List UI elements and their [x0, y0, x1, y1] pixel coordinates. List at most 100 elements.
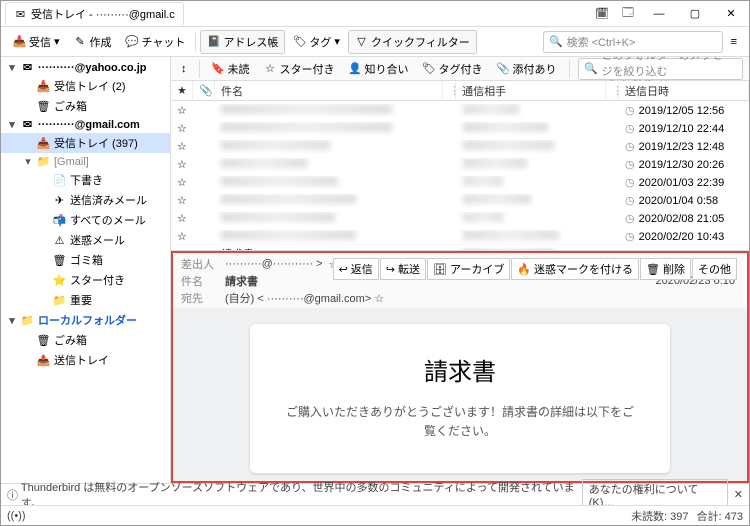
col-correspondent[interactable]: 通信相手 — [456, 81, 606, 100]
folder-tree-item[interactable]: ✈送信済みメール — [1, 190, 170, 210]
folder-tree: ▾✉··········@yahoo.co.jp📥受信トレイ (2)🗑ごみ箱▾✉… — [1, 57, 171, 483]
folder-icon: ⭐ — [53, 274, 66, 287]
filter-attachment[interactable]: 📎添付あり — [493, 59, 561, 79]
message-row[interactable]: ☆◷2020/02/08 21:05 — [171, 209, 749, 227]
folder-tree-item[interactable]: ▾📁ローカルフォルダー — [1, 310, 170, 330]
folder-tree-item[interactable]: 🗑ゴミ箱 — [1, 250, 170, 270]
more-button[interactable]: その他 — [692, 258, 737, 280]
tag-icon: 🏷 — [293, 35, 306, 48]
message-row[interactable]: ☆◷2020/01/03 22:39 — [171, 173, 749, 191]
get-mail-button[interactable]: 📥受信▾ — [7, 31, 66, 53]
message-row[interactable]: ☆◷2019/12/05 12:56 — [171, 101, 749, 119]
message-row[interactable]: ☆ ◷2019/12/10 22:44 — [171, 119, 749, 137]
col-date[interactable]: 送信日時 — [619, 81, 749, 100]
folder-label: ··········@yahoo.co.jp — [38, 62, 146, 74]
folder-icon: 📁 — [37, 155, 50, 168]
compose-button[interactable]: ✎作成 — [68, 31, 118, 53]
folder-tree-item[interactable]: 📤送信トレイ — [1, 350, 170, 370]
filter-tagged[interactable]: 🏷タグ付き — [419, 59, 487, 79]
archive-icon: 🗄 — [433, 263, 447, 276]
star-toggle[interactable]: ☆ — [171, 230, 193, 243]
folder-tree-item[interactable]: 🗑ごみ箱 — [1, 330, 170, 350]
folder-tree-item[interactable]: ⭐スター付き — [1, 270, 170, 290]
star-toggle[interactable]: ☆ — [171, 104, 193, 117]
folder-tree-item[interactable]: 📁重要 — [1, 290, 170, 310]
folder-tree-item[interactable]: ▾✉··········@gmail.com — [1, 116, 170, 133]
message-row[interactable]: ☆ ◷2020/01/04 0:58 — [171, 191, 749, 209]
close-info-button[interactable]: ✕ — [734, 488, 743, 501]
filter-contact[interactable]: 👤知り合い — [345, 59, 413, 79]
row-correspondent — [457, 140, 607, 153]
clock-icon: ◷ — [625, 105, 635, 117]
close-button[interactable]: ✕ — [713, 1, 749, 27]
forward-button[interactable]: ↪転送 — [380, 258, 426, 280]
star-toggle[interactable]: ☆ — [171, 194, 193, 207]
reply-icon: ↩ — [339, 263, 348, 276]
tasks-icon[interactable]: 🗔 — [615, 1, 641, 27]
folder-icon: 📁 — [53, 294, 66, 307]
unread-count: 未読数: 397 — [631, 508, 688, 524]
maximize-button[interactable]: ▢ — [677, 1, 713, 27]
row-correspondent — [457, 104, 607, 117]
folder-icon: ⚠ — [53, 234, 66, 247]
folder-tree-item[interactable]: 📥受信トレイ (397) — [1, 133, 170, 153]
clock-icon: ◷ — [625, 177, 635, 189]
twisty-icon: ▾ — [7, 314, 17, 327]
appmenu-button[interactable]: ≡ — [725, 33, 743, 51]
star-toggle[interactable]: ☆ — [171, 122, 193, 135]
message-body: 請求書 ご購入いただきありがとうございます！請求書の詳細は以下をご覧ください。 — [173, 308, 747, 481]
quickfilter-button[interactable]: ▽クイックフィルター — [348, 30, 477, 54]
archive-button[interactable]: 🗄アーカイブ — [427, 258, 510, 280]
global-search-input[interactable]: 🔍検索 <Ctrl+K> — [543, 31, 723, 53]
filter-toggle-button[interactable]: ↕ — [177, 61, 191, 77]
row-date: ◷2020/01/04 0:58 — [619, 194, 749, 207]
fire-icon: 🔥 — [517, 263, 531, 276]
folder-tree-item[interactable]: 🗑ごみ箱 — [1, 96, 170, 116]
message-row[interactable]: ☆◷2020/02/20 10:43 — [171, 227, 749, 245]
folder-tree-item[interactable]: ⚠迷惑メール — [1, 230, 170, 250]
folder-filter-input[interactable]: 🔍このフォルダーのメッセージを絞り込む <Ctrl+Shift+K> — [578, 58, 744, 80]
tag-button[interactable]: 🏷タグ▾ — [287, 31, 346, 53]
message-row[interactable]: ☆◷2019/12/23 12:48 — [171, 137, 749, 155]
folder-tree-item[interactable]: ▾📁[Gmail] — [1, 153, 170, 170]
reply-button[interactable]: ↩返信 — [333, 258, 379, 280]
row-subject — [215, 212, 445, 225]
star-toggle[interactable]: ☆ — [171, 212, 193, 225]
search-icon: 🔍 — [585, 62, 598, 75]
star-toggle[interactable]: ☆ — [171, 176, 193, 189]
window-tab[interactable]: ✉ 受信トレイ - ·········@gmail.c — [5, 2, 184, 25]
star-toggle[interactable]: ☆ — [171, 158, 193, 171]
col-attachment[interactable]: 📎 — [193, 81, 215, 100]
online-icon[interactable]: ((•)) — [7, 510, 26, 522]
folder-tree-item[interactable]: ▾✉··········@yahoo.co.jp — [1, 59, 170, 76]
row-date: ◷2019/12/10 22:44 — [619, 122, 749, 135]
col-star[interactable]: ★ — [171, 81, 193, 100]
addressbook-button[interactable]: 📓アドレス帳 — [200, 30, 285, 54]
col-subject[interactable]: 件名 — [215, 81, 443, 100]
filter-unread[interactable]: 🔖未読 — [208, 59, 254, 79]
twisty-icon: ▾ — [23, 155, 33, 168]
filter-starred[interactable]: ☆スター付き — [260, 59, 339, 79]
folder-tree-item[interactable]: 📄下書き — [1, 170, 170, 190]
calendar-icon[interactable]: 🗓 — [589, 1, 615, 27]
folder-label: 送信済みメール — [70, 192, 147, 208]
junk-button[interactable]: 🔥迷惑マークを付ける — [511, 258, 639, 280]
forward-icon: ↪ — [386, 263, 395, 276]
message-row[interactable]: ☆◷2019/12/30 20:26 — [171, 155, 749, 173]
folder-tree-item[interactable]: 📬すべてのメール — [1, 210, 170, 230]
row-correspondent — [457, 212, 607, 225]
delete-button[interactable]: 🗑削除 — [640, 258, 691, 280]
to-value[interactable]: (自分) < ··········@gmail.com> ☆ — [225, 290, 384, 306]
minimize-button[interactable]: — — [641, 1, 677, 27]
row-subject — [215, 122, 445, 135]
folder-label: ごみ箱 — [54, 332, 87, 348]
folder-tree-item[interactable]: 📥受信トレイ (2) — [1, 76, 170, 96]
from-value[interactable]: ··········@··········· > — [225, 258, 323, 270]
inbox-icon: 📥 — [13, 35, 26, 48]
chat-button[interactable]: 💬チャット — [120, 31, 192, 53]
star-toggle[interactable]: ☆ — [171, 140, 193, 153]
book-icon: 📓 — [207, 35, 220, 48]
tab-title: 受信トレイ - ·········@gmail.c — [31, 6, 175, 22]
row-correspondent — [457, 230, 607, 243]
row-correspondent — [457, 194, 607, 207]
